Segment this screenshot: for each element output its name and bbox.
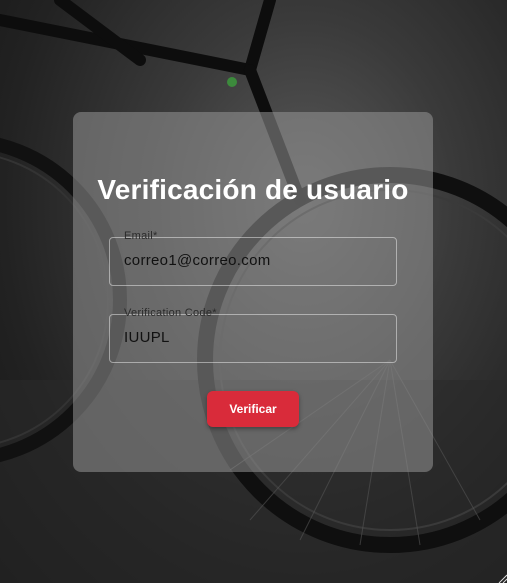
verification-code-input[interactable] [124, 329, 384, 346]
page-title: Verificación de usuario [97, 174, 409, 205]
verification-code-label: Verification Code* [121, 307, 220, 319]
email-input[interactable] [124, 252, 384, 269]
email-label: Email* [121, 230, 161, 242]
resize-handle-icon[interactable] [497, 573, 507, 583]
verification-card: Verificación de usuario Email* Verificat… [73, 112, 433, 472]
verification-code-field[interactable]: Verification Code* [109, 307, 397, 363]
verify-button[interactable]: Verificar [207, 391, 299, 427]
email-field[interactable]: Email* [109, 230, 397, 286]
